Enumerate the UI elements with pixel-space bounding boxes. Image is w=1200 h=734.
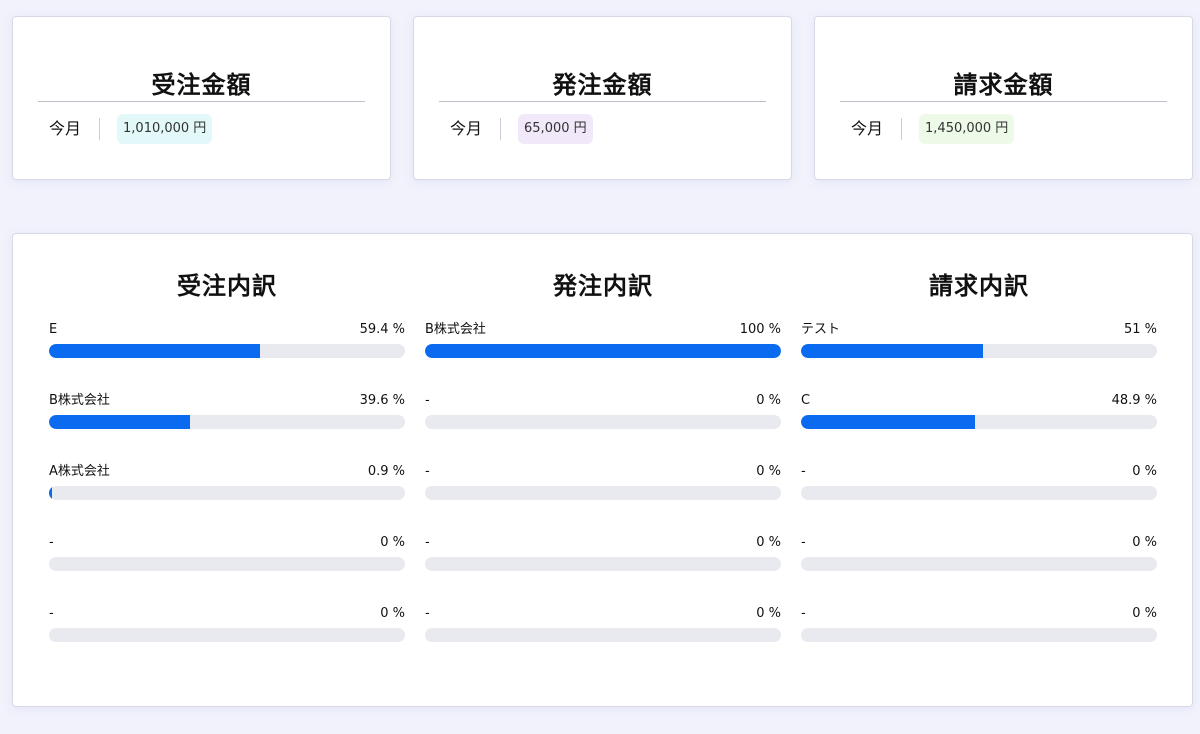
progress-fill <box>801 415 976 429</box>
breakdown-item: - 0 % <box>425 533 781 583</box>
period-label: 今月 <box>450 119 483 138</box>
item-label: - <box>801 464 806 479</box>
progress-fill <box>801 344 983 358</box>
progress-track <box>801 415 1157 429</box>
item-label: テスト <box>801 322 841 337</box>
progress-track <box>801 628 1157 642</box>
breakdown-item: C 48.9 % <box>801 391 1157 441</box>
breakdown-item: テスト 51 % <box>801 320 1157 370</box>
breakdown-item: B株式会社 100 % <box>425 320 781 370</box>
vertical-separator <box>99 118 101 140</box>
breakdown-title: 発注内訳 <box>553 272 653 300</box>
item-percentage: 0 % <box>756 535 781 550</box>
item-label: E <box>49 322 58 337</box>
breakdown-item: E 59.4 % <box>49 320 405 370</box>
vertical-separator <box>901 118 903 140</box>
progress-track <box>49 557 405 571</box>
breakdown-item: - 0 % <box>49 533 405 583</box>
item-percentage: 0.9 % <box>367 464 405 479</box>
progress-fill <box>425 344 781 358</box>
period-label: 今月 <box>49 119 82 138</box>
item-percentage: 100 % <box>739 322 781 337</box>
divider <box>38 101 365 102</box>
breakdown-title: 受注内訳 <box>177 272 277 300</box>
item-percentage: 0 % <box>1132 464 1157 479</box>
item-label: - <box>425 393 430 408</box>
amount-badge: 65,000 円 <box>518 114 593 144</box>
breakdown-item: A株式会社 0.9 % <box>49 462 405 512</box>
progress-track <box>425 557 781 571</box>
item-label: - <box>425 535 430 550</box>
breakdown-item: - 0 % <box>49 604 405 654</box>
progress-track <box>49 486 405 500</box>
vertical-separator <box>500 118 502 140</box>
breakdown-title: 請求内訳 <box>929 272 1029 300</box>
summary-title: 受注金額 <box>151 71 252 99</box>
summary-title: 請求金額 <box>953 71 1054 99</box>
period-label: 今月 <box>851 119 884 138</box>
item-label: - <box>801 535 806 550</box>
amount-badge: 1,010,000 円 <box>117 114 213 144</box>
item-percentage: 0 % <box>1132 606 1157 621</box>
item-label: C <box>801 393 811 408</box>
item-percentage: 0 % <box>756 606 781 621</box>
progress-track <box>49 344 405 358</box>
item-label: - <box>425 606 430 621</box>
breakdown-item: B株式会社 39.6 % <box>49 391 405 441</box>
progress-track <box>425 344 781 358</box>
progress-track <box>425 628 781 642</box>
item-percentage: 0 % <box>1132 535 1157 550</box>
item-percentage: 0 % <box>380 535 405 550</box>
summary-title: 発注金額 <box>552 71 653 99</box>
item-percentage: 51 % <box>1123 322 1157 337</box>
summary-card-invoices: 請求金額 今月 1,450,000 円 <box>814 16 1193 180</box>
divider <box>439 101 766 102</box>
item-label: - <box>49 606 54 621</box>
breakdown-item: - 0 % <box>425 604 781 654</box>
progress-track <box>49 628 405 642</box>
progress-fill <box>49 415 190 429</box>
breakdown-item: - 0 % <box>425 391 781 441</box>
item-percentage: 0 % <box>756 464 781 479</box>
breakdown-item: - 0 % <box>801 533 1157 583</box>
summary-card-orders: 受注金額 今月 1,010,000 円 <box>12 16 391 180</box>
item-label: B株式会社 <box>49 393 110 408</box>
item-percentage: 0 % <box>756 393 781 408</box>
summary-card-purchases: 発注金額 今月 65,000 円 <box>413 16 792 180</box>
item-percentage: 59.4 % <box>359 322 405 337</box>
breakdown-item: - 0 % <box>425 462 781 512</box>
breakdown-card: 受注内訳 E 59.4 % B株式会社 39.6 % A株式会社 0.9 % - 0 % - 0 … <box>12 233 1193 707</box>
progress-fill <box>49 344 261 358</box>
item-label: - <box>801 606 806 621</box>
progress-track <box>801 344 1157 358</box>
progress-track <box>801 486 1157 500</box>
item-label: - <box>49 535 54 550</box>
progress-track <box>49 415 405 429</box>
progress-track <box>425 415 781 429</box>
progress-track <box>425 486 781 500</box>
breakdown-item: - 0 % <box>801 604 1157 654</box>
item-percentage: 39.6 % <box>359 393 405 408</box>
progress-fill <box>49 486 53 500</box>
divider <box>840 101 1167 102</box>
item-percentage: 0 % <box>380 606 405 621</box>
item-label: - <box>425 464 430 479</box>
amount-badge: 1,450,000 円 <box>919 114 1015 144</box>
item-percentage: 48.9 % <box>1111 393 1157 408</box>
item-label: A株式会社 <box>49 464 110 479</box>
progress-track <box>801 557 1157 571</box>
breakdown-item: - 0 % <box>801 462 1157 512</box>
item-label: B株式会社 <box>425 322 486 337</box>
